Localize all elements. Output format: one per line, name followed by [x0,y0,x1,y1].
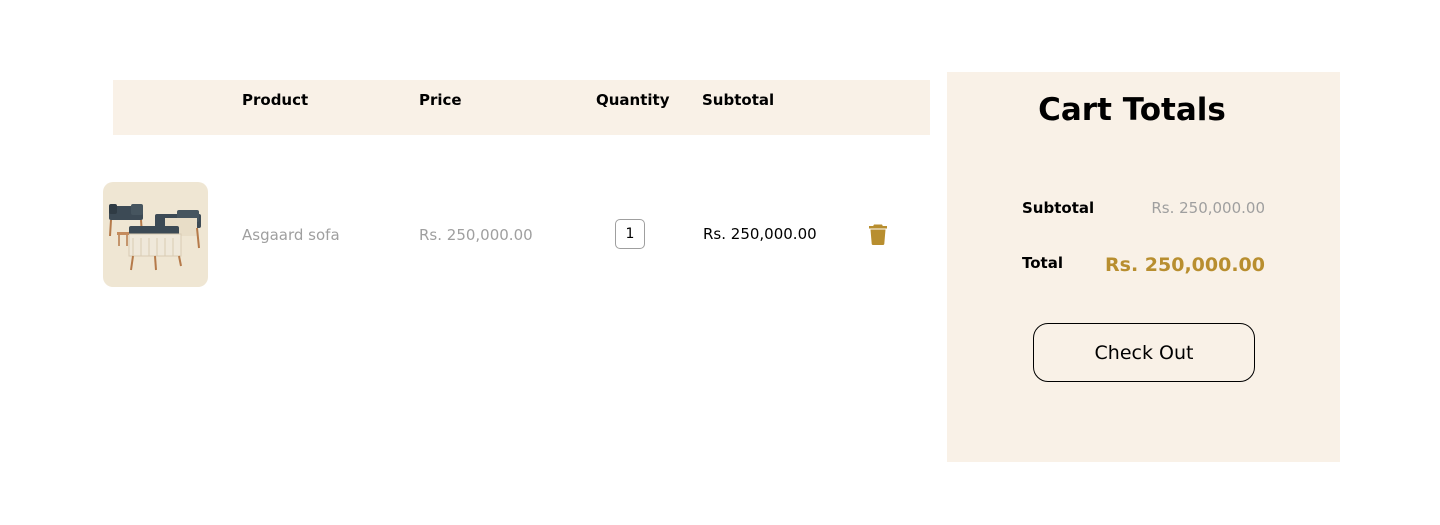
cart-page: Product Price Quantity Subtotal Asgaard … [0,0,1440,525]
totals-subtotal-value: Rs. 250,000.00 [1151,199,1265,217]
cart-totals-panel: Cart Totals Subtotal Rs. 250,000.00 Tota… [947,72,1340,462]
row-subtotal: Rs. 250,000.00 [703,225,817,243]
product-price: Rs. 250,000.00 [419,226,533,244]
checkout-button[interactable]: Check Out [1033,323,1255,382]
table-row: Asgaard sofa Rs. 250,000.00 1 Rs. 250,00… [0,0,940,300]
sofa-image-icon [109,204,201,271]
product-name-link[interactable]: Asgaard sofa [242,225,340,245]
delete-item-button[interactable] [866,222,890,246]
product-image[interactable] [103,182,208,287]
cart-totals-title: Cart Totals [1038,92,1226,128]
quantity-input[interactable]: 1 [615,219,645,249]
trash-icon [869,224,887,245]
totals-subtotal-label: Subtotal [1022,199,1095,217]
totals-total-label: Total [1022,254,1063,272]
totals-total-value: Rs. 250,000.00 [1105,254,1265,276]
